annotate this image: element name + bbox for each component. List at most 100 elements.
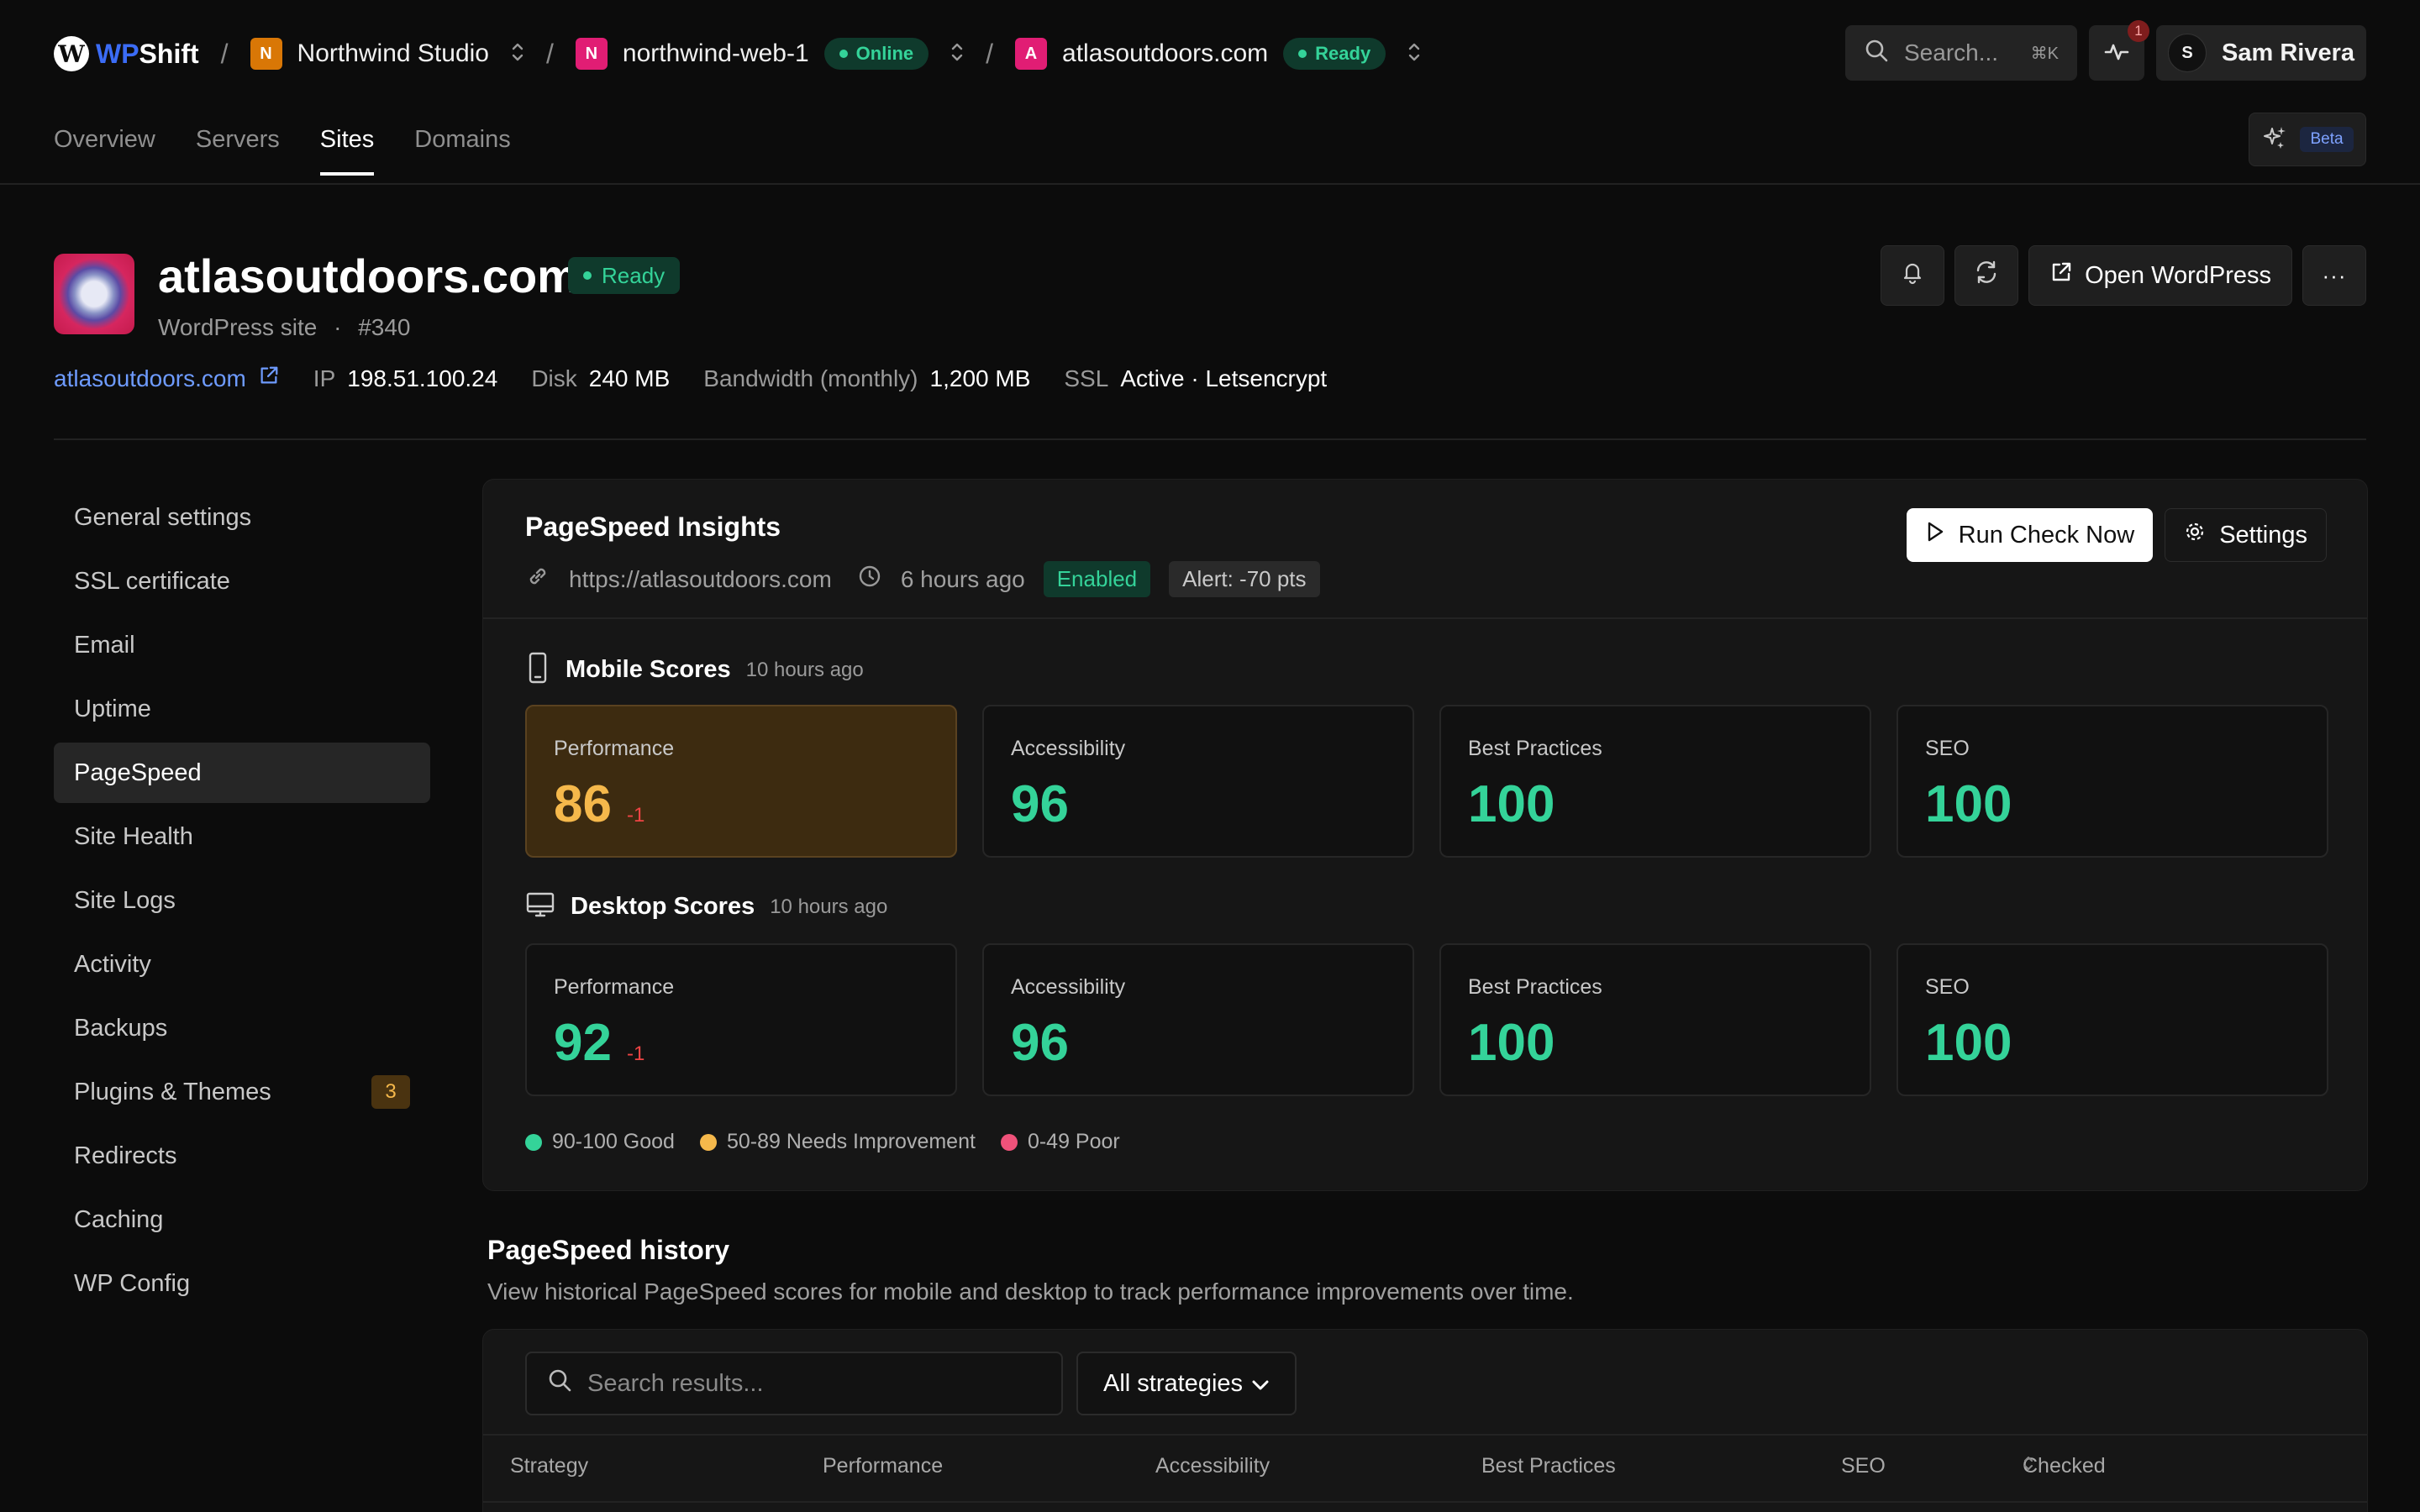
mobile-scores-header: Mobile Scores 10 hours ago (525, 651, 864, 689)
score-label: Best Practices (1468, 975, 1602, 999)
column-header-seo[interactable]: SEO (1841, 1454, 1886, 1478)
ai-assistant-button[interactable]: Beta (2249, 113, 2366, 166)
chevron-up-down-icon[interactable] (950, 41, 964, 67)
gear-icon (2184, 521, 2206, 549)
user-menu-button[interactable]: S Sam Rivera (2156, 25, 2366, 81)
sidebar-item-wp-config[interactable]: WP Config (54, 1253, 430, 1314)
sidebar-item-redirects[interactable]: Redirects (54, 1126, 430, 1186)
desktop-scores: Performance 92 -1 Accessibility 96 Best P… (525, 943, 2328, 1096)
score-label: Accessibility (1011, 737, 1126, 760)
column-header-accessibility[interactable]: Accessibility (1155, 1454, 1270, 1478)
score-label: SEO (1925, 737, 1970, 760)
sidebar-item-label: Plugins & Themes (74, 1078, 271, 1105)
meta-disk-value: 240 MB (588, 365, 671, 391)
breadcrumb-separator: / (986, 38, 994, 69)
logo-shift-text: Shift (139, 38, 199, 69)
sidebar-item-email[interactable]: Email (54, 615, 430, 675)
notifications-button[interactable] (1881, 245, 1945, 306)
score-value: 100 (1468, 1014, 1555, 1072)
meta-bandwidth-value: 1,200 MB (929, 365, 1031, 391)
column-header-best-practices[interactable]: Best Practices (1481, 1454, 1616, 1478)
link-icon (525, 564, 550, 595)
meta-divider (54, 438, 2366, 440)
score-value-row: 100 (1925, 774, 2300, 834)
history-description: View historical PageSpeed scores for mob… (487, 1278, 1574, 1305)
wpshift-logo[interactable]: W WP Shift (54, 36, 199, 71)
site-status-text: Ready (1315, 43, 1371, 64)
pagespeed-header: PageSpeed Insights https://atlasoutdoors… (525, 512, 1320, 597)
meta-bandwidth: Bandwidth (monthly) 1,200 MB (703, 365, 1030, 392)
legend-item: 50-89 Needs Improvement (699, 1130, 976, 1154)
sidebar-item-pagespeed[interactable]: PageSpeed (54, 743, 430, 803)
legend-dot-icon (525, 1133, 542, 1151)
pagespeed-actions: Run Check Now Settings (1906, 508, 2327, 562)
score-label: Best Practices (1468, 737, 1602, 760)
site-actions: Open WordPress ··· (1881, 245, 2366, 306)
legend-item: 90-100 Good (525, 1130, 675, 1154)
tab-servers[interactable]: Servers (196, 126, 280, 176)
history-header-divider (483, 1501, 2367, 1503)
open-wordpress-button[interactable]: Open WordPress (2028, 245, 2292, 306)
status-badge: Enabled (1043, 561, 1151, 597)
tab-domains[interactable]: Domains (414, 126, 510, 176)
site-type: WordPress site (158, 314, 318, 340)
score-delta: -1 (626, 1042, 645, 1065)
tab-overview[interactable]: Overview (54, 126, 155, 176)
breadcrumb-separator: / (220, 38, 229, 69)
history-search-input[interactable]: Search results... (525, 1352, 1063, 1415)
sidebar-item-backups[interactable]: Backups (54, 998, 430, 1058)
refresh-icon (1973, 259, 2000, 292)
server-status-text: Online (855, 43, 914, 64)
meta-disk: Disk 240 MB (531, 365, 670, 392)
history-divider (483, 1434, 2367, 1436)
chevron-up-down-icon[interactable] (1407, 41, 1421, 67)
column-header-performance[interactable]: Performance (823, 1454, 943, 1478)
global-search[interactable]: Search... ⌘K (1845, 25, 2077, 81)
sidebar-item-general-settings[interactable]: General settings (54, 487, 430, 548)
score-legend: 90-100 Good 50-89 Needs Improvement 0-49… (525, 1130, 1120, 1154)
refresh-button[interactable] (1954, 245, 2019, 306)
desktop-scores-title: Desktop Scores (571, 893, 755, 920)
main-tabs: Overview Servers Sites Domains (54, 126, 511, 176)
breadcrumb: W WP Shift / N Northwind Studio / N north… (54, 25, 1421, 82)
sidebar-item-site-logs[interactable]: Site Logs (54, 870, 430, 931)
more-actions-button[interactable]: ··· (2302, 245, 2366, 306)
pagespeed-title: PageSpeed Insights (525, 512, 781, 542)
sidebar-item-plugins-themes[interactable]: Plugins & Themes 3 (54, 1062, 430, 1122)
site-subtitle: WordPress site · #340 (158, 314, 411, 341)
wordpress-logo-icon: W (54, 36, 89, 71)
strategy-filter-select[interactable]: All strategies (1076, 1352, 1297, 1415)
sidebar-item-ssl-certificate[interactable]: SSL certificate (54, 551, 430, 612)
score-card: Accessibility 96 (982, 705, 1414, 858)
legend-label: 0-49 Poor (1027, 1130, 1120, 1153)
site-domain-link[interactable]: atlasoutdoors.com (54, 365, 280, 392)
settings-button[interactable]: Settings (2165, 508, 2327, 562)
meta-bandwidth-label: Bandwidth (monthly) (703, 365, 918, 391)
activity-button[interactable]: 1 (2089, 20, 2149, 81)
sidebar-item-site-health[interactable]: Site Health (54, 806, 430, 867)
header-divider (0, 183, 2420, 185)
breadcrumb-server[interactable]: N northwind-web-1 Online (575, 38, 964, 70)
chevron-up-down-icon[interactable] (511, 41, 524, 67)
beta-badge: Beta (2300, 127, 2354, 152)
notification-count-badge: 1 (2128, 20, 2149, 42)
run-check-now-button[interactable]: Run Check Now (1906, 508, 2154, 562)
chevron-down-icon (1251, 1370, 1270, 1398)
history-title: PageSpeed history (487, 1235, 730, 1265)
score-card: Accessibility 96 (982, 943, 1414, 1096)
score-card: Best Practices 100 (1439, 705, 1871, 858)
breadcrumb-org[interactable]: N Northwind Studio (250, 38, 524, 70)
column-header-strategy[interactable]: Strategy (510, 1454, 588, 1478)
sidebar-item-caching[interactable]: Caching (54, 1189, 430, 1250)
site-name: atlasoutdoors.com (1062, 39, 1269, 67)
score-value: 96 (1011, 1014, 1069, 1072)
status-badge: Ready (568, 257, 681, 294)
score-label: SEO (1925, 975, 1970, 999)
tab-sites[interactable]: Sites (319, 126, 375, 176)
breadcrumb-site[interactable]: A atlasoutdoors.com Ready (1015, 38, 1421, 70)
history-table-header: Strategy Performance Accessibility Best … (483, 1454, 2367, 1501)
sidebar-item-uptime[interactable]: Uptime (54, 679, 430, 739)
score-value-row: 100 (1925, 1013, 2300, 1073)
sidebar-item-activity[interactable]: Activity (54, 934, 430, 995)
score-value-row: 100 (1468, 1013, 1843, 1073)
